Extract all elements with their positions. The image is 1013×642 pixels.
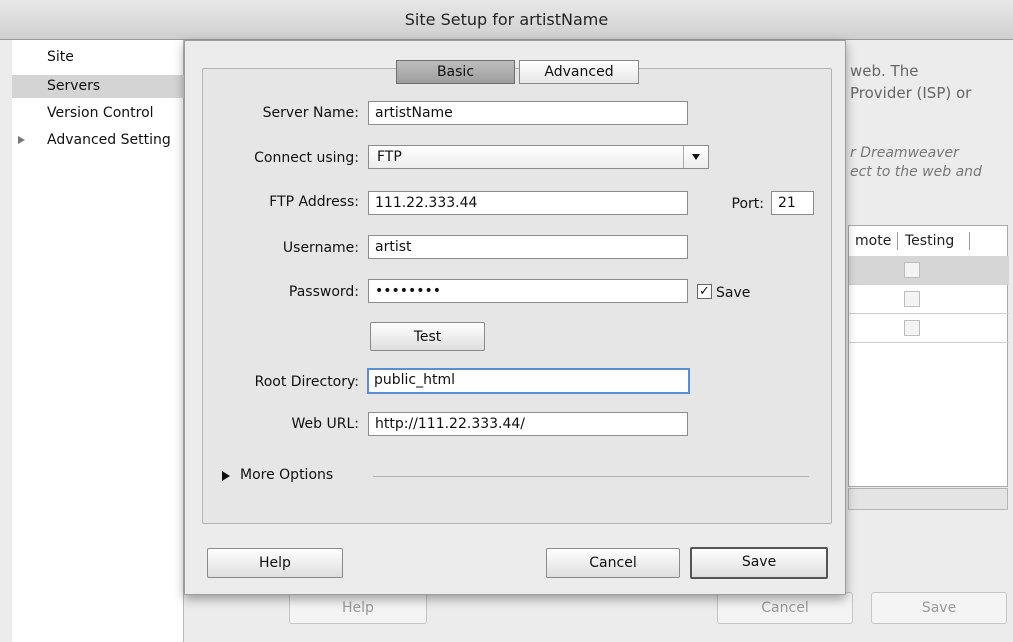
- connect-using-label: Connect using:: [254, 150, 359, 166]
- bg-note-line1: r Dreamweaver: [850, 145, 959, 161]
- column-header-remote[interactable]: mote: [855, 233, 891, 249]
- sidebar-item-advanced-settings[interactable]: Advanced Setting: [12, 129, 184, 152]
- connect-using-value: FTP: [377, 149, 402, 165]
- port-label: Port:: [731, 196, 764, 212]
- sidebar: Site Servers Version Control Advanced Se…: [12, 40, 184, 642]
- web-url-input[interactable]: http://111.22.333.44/: [368, 412, 688, 436]
- sidebar-item-label: Servers: [47, 78, 101, 94]
- bg-save-button[interactable]: Save: [871, 592, 1007, 624]
- cancel-button[interactable]: Cancel: [546, 548, 680, 578]
- port-input[interactable]: 21: [771, 191, 814, 215]
- server-name-input[interactable]: artistName: [368, 101, 688, 125]
- testing-checkbox[interactable]: [904, 291, 920, 307]
- disclosure-triangle-icon[interactable]: [222, 471, 230, 481]
- sidebar-item-servers[interactable]: Servers: [12, 75, 184, 98]
- password-input[interactable]: ••••••••: [368, 279, 688, 303]
- bg-description-line1: web. The: [850, 62, 919, 80]
- more-options-divider: [373, 476, 809, 477]
- sidebar-item-site[interactable]: Site: [12, 46, 184, 69]
- column-header-testing[interactable]: Testing: [905, 233, 954, 249]
- column-divider: [969, 232, 970, 250]
- bg-cancel-button[interactable]: Cancel: [717, 592, 853, 624]
- chevron-down-icon[interactable]: [683, 146, 708, 168]
- testing-checkbox[interactable]: [904, 262, 920, 278]
- sidebar-item-label: Advanced Setting: [47, 132, 171, 148]
- test-button[interactable]: Test: [370, 322, 485, 351]
- server-table: mote Testing: [848, 225, 1009, 487]
- table-row[interactable]: [849, 285, 1009, 314]
- bg-description-line2: Provider (ISP) or: [850, 84, 972, 102]
- username-input[interactable]: artist: [368, 235, 688, 259]
- testing-checkbox[interactable]: [904, 320, 920, 336]
- server-name-label: Server Name:: [262, 105, 359, 121]
- bg-help-button[interactable]: Help: [289, 592, 427, 624]
- table-scrollbar[interactable]: [848, 488, 1008, 510]
- more-options-toggle[interactable]: More Options: [240, 467, 333, 483]
- window-titlebar: Site Setup for artistName: [0, 0, 1013, 40]
- web-url-label: Web URL:: [291, 416, 359, 432]
- sidebar-item-version-control[interactable]: Version Control: [12, 102, 184, 125]
- table-row[interactable]: [849, 256, 1009, 285]
- tab-advanced[interactable]: Advanced: [519, 60, 639, 84]
- root-directory-input[interactable]: public_html: [367, 368, 690, 394]
- help-button[interactable]: Help: [207, 548, 343, 578]
- save-password-label[interactable]: Save: [716, 285, 750, 301]
- username-label: Username:: [282, 240, 359, 256]
- ftp-address-input[interactable]: 111.22.333.44: [368, 191, 688, 215]
- root-directory-label: Root Directory:: [254, 374, 359, 390]
- ftp-address-label: FTP Address:: [269, 194, 359, 210]
- sidebar-item-label: Site: [47, 49, 74, 65]
- save-password-checkbox[interactable]: ✓: [697, 284, 712, 299]
- table-header: mote Testing: [849, 226, 1009, 257]
- tab-basic[interactable]: Basic: [396, 60, 515, 84]
- connect-using-select[interactable]: FTP: [368, 145, 709, 169]
- sidebar-item-label: Version Control: [47, 105, 154, 121]
- column-divider: [897, 232, 898, 250]
- save-button[interactable]: Save: [690, 547, 828, 579]
- disclosure-triangle-icon[interactable]: [18, 136, 25, 144]
- password-label: Password:: [288, 284, 359, 300]
- table-row[interactable]: [849, 314, 1009, 343]
- window-title: Site Setup for artistName: [404, 10, 609, 29]
- bg-note-line2: ect to the web and: [850, 164, 982, 180]
